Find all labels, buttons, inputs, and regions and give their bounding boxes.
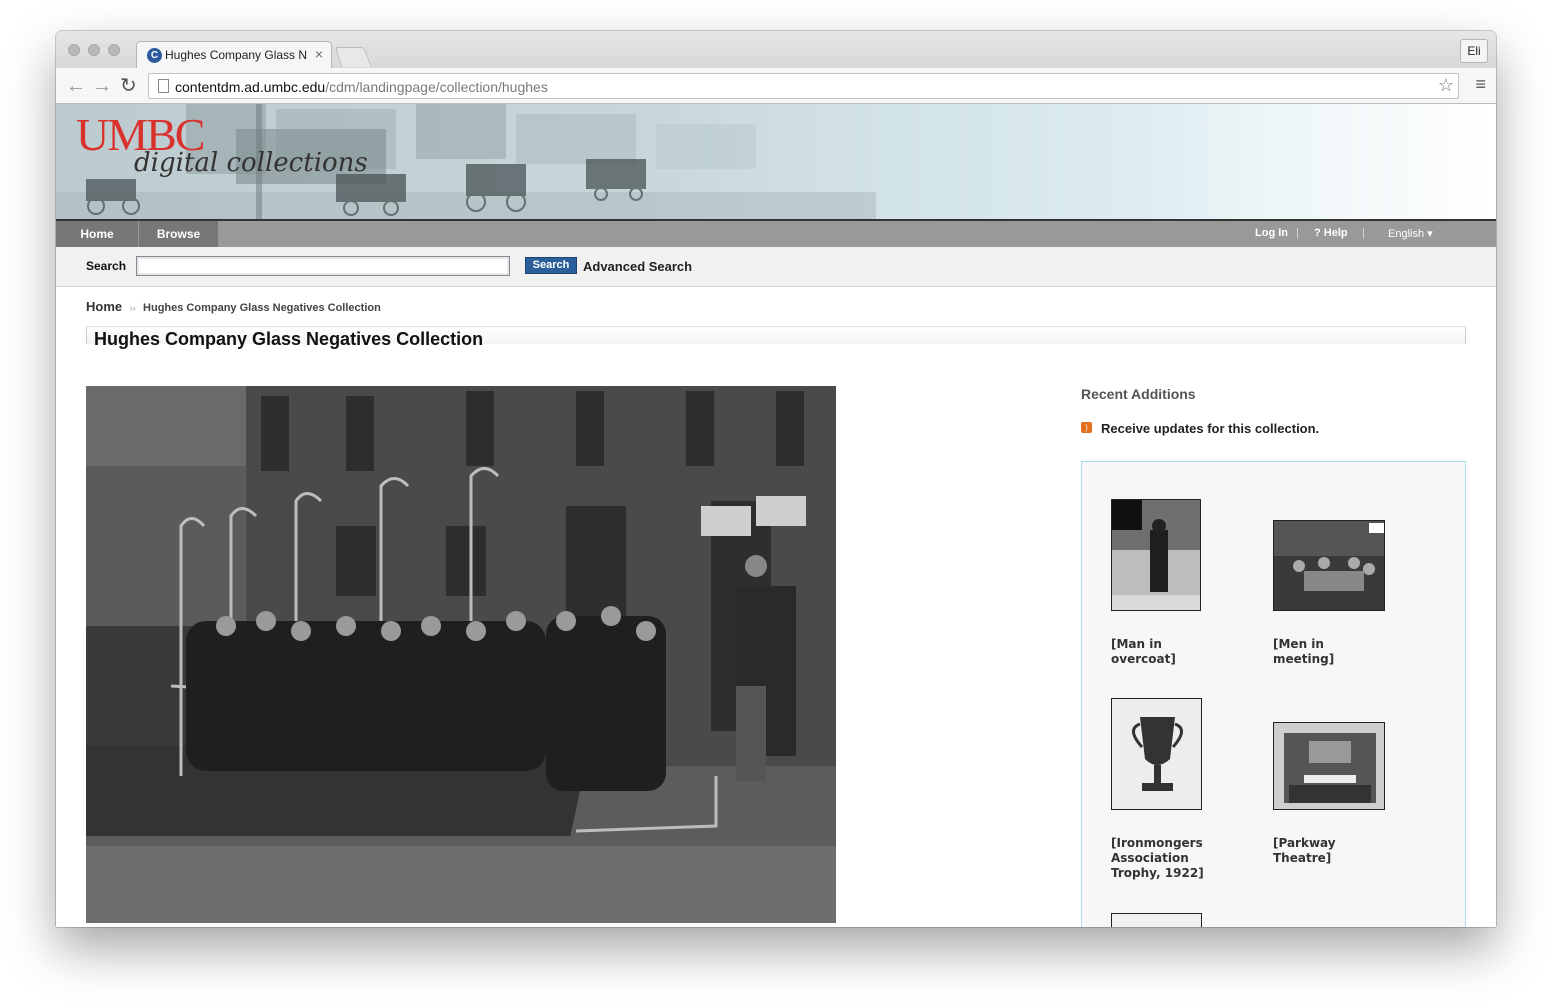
header-banner: UMBC digital collections: [56, 104, 1496, 219]
zoom-window-icon[interactable]: [108, 44, 120, 56]
web-page: UMBC digital collections Home Browse Log…: [56, 104, 1496, 927]
tab-strip: C Hughes Company Glass Ne × Eli: [56, 31, 1496, 68]
back-arrow-icon[interactable]: ←: [66, 74, 86, 98]
page-title: Hughes Company Glass Negatives Collectio…: [94, 329, 484, 349]
new-tab-button[interactable]: [334, 47, 372, 67]
nav-browse[interactable]: Browse: [138, 221, 218, 247]
reload-icon[interactable]: ↻: [120, 74, 137, 98]
rss-updates-link[interactable]: Receive updates for this collection.: [1101, 421, 1319, 436]
thumbnail-parkway-theatre[interactable]: [1273, 722, 1385, 810]
browser-tab[interactable]: C Hughes Company Glass Ne ×: [136, 41, 332, 68]
nav-separator: |: [1296, 227, 1299, 239]
close-window-icon[interactable]: [68, 44, 80, 56]
featured-image[interactable]: [86, 386, 836, 923]
thumbnail-label[interactable]: [Ironmongers Association Trophy, 1922]: [1111, 836, 1204, 881]
recent-additions-heading: Recent Additions: [1081, 386, 1196, 402]
thumbnail-label[interactable]: [Parkway Theatre]: [1273, 836, 1336, 866]
rss-feed-icon[interactable]: ): [1081, 422, 1092, 433]
thumbnail-label[interactable]: [Men in meeting]: [1273, 637, 1334, 667]
breadcrumb: Home ›› Hughes Company Glass Negatives C…: [86, 298, 381, 316]
thumbnail-men-in-meeting[interactable]: [1273, 520, 1385, 611]
contentdm-favicon-icon: C: [147, 48, 162, 63]
address-bar[interactable]: contentdm.ad.umbc.edu/cdm/landingpage/co…: [148, 73, 1459, 99]
recent-additions-panel: [Man in overcoat] [Men in meeting] [Iron…: [1081, 461, 1466, 927]
search-bar: Search Search Advanced Search: [56, 247, 1496, 287]
advanced-search-link[interactable]: Advanced Search: [583, 259, 692, 274]
thumbnail-partial[interactable]: [1111, 913, 1202, 927]
nav-home[interactable]: Home: [56, 221, 138, 247]
tab-close-icon[interactable]: ×: [315, 46, 323, 62]
browser-window: C Hughes Company Glass Ne × Eli ← → ↻ co…: [56, 31, 1496, 927]
browser-menu-icon[interactable]: ≡: [1475, 74, 1486, 95]
profile-button[interactable]: Eli: [1460, 39, 1488, 63]
thumbnail-man-in-overcoat[interactable]: [1111, 499, 1201, 611]
street-shower-photo: [86, 386, 836, 923]
search-label: Search: [86, 259, 127, 273]
search-input[interactable]: [136, 256, 510, 276]
page-icon: [158, 79, 169, 93]
tab-title: Hughes Company Glass Ne: [165, 48, 307, 62]
help-link[interactable]: ? Help: [1314, 227, 1348, 239]
bookmark-star-icon[interactable]: ☆: [1438, 75, 1454, 96]
search-button[interactable]: Search: [525, 257, 577, 274]
browser-toolbar: ← → ↻ contentdm.ad.umbc.edu/cdm/landingp…: [56, 68, 1496, 104]
nav-separator: |: [1362, 227, 1365, 239]
thumbnail-label[interactable]: [Man in overcoat]: [1111, 637, 1176, 667]
breadcrumb-separator: ››: [129, 303, 136, 313]
minimize-window-icon[interactable]: [88, 44, 100, 56]
main-navbar: Home Browse Log In | ? Help | English ▾: [56, 219, 1496, 247]
breadcrumb-current: Hughes Company Glass Negatives Collectio…: [143, 302, 381, 314]
thumbnail-ironmongers-trophy[interactable]: [1111, 698, 1202, 810]
forward-arrow-icon[interactable]: →: [92, 74, 112, 98]
url-text[interactable]: contentdm.ad.umbc.edu/cdm/landingpage/co…: [175, 79, 548, 95]
breadcrumb-home[interactable]: Home: [86, 299, 122, 314]
login-link[interactable]: Log In: [1255, 227, 1288, 239]
digital-collections-logo[interactable]: digital collections: [134, 148, 368, 178]
language-dropdown[interactable]: English ▾: [1388, 227, 1433, 240]
